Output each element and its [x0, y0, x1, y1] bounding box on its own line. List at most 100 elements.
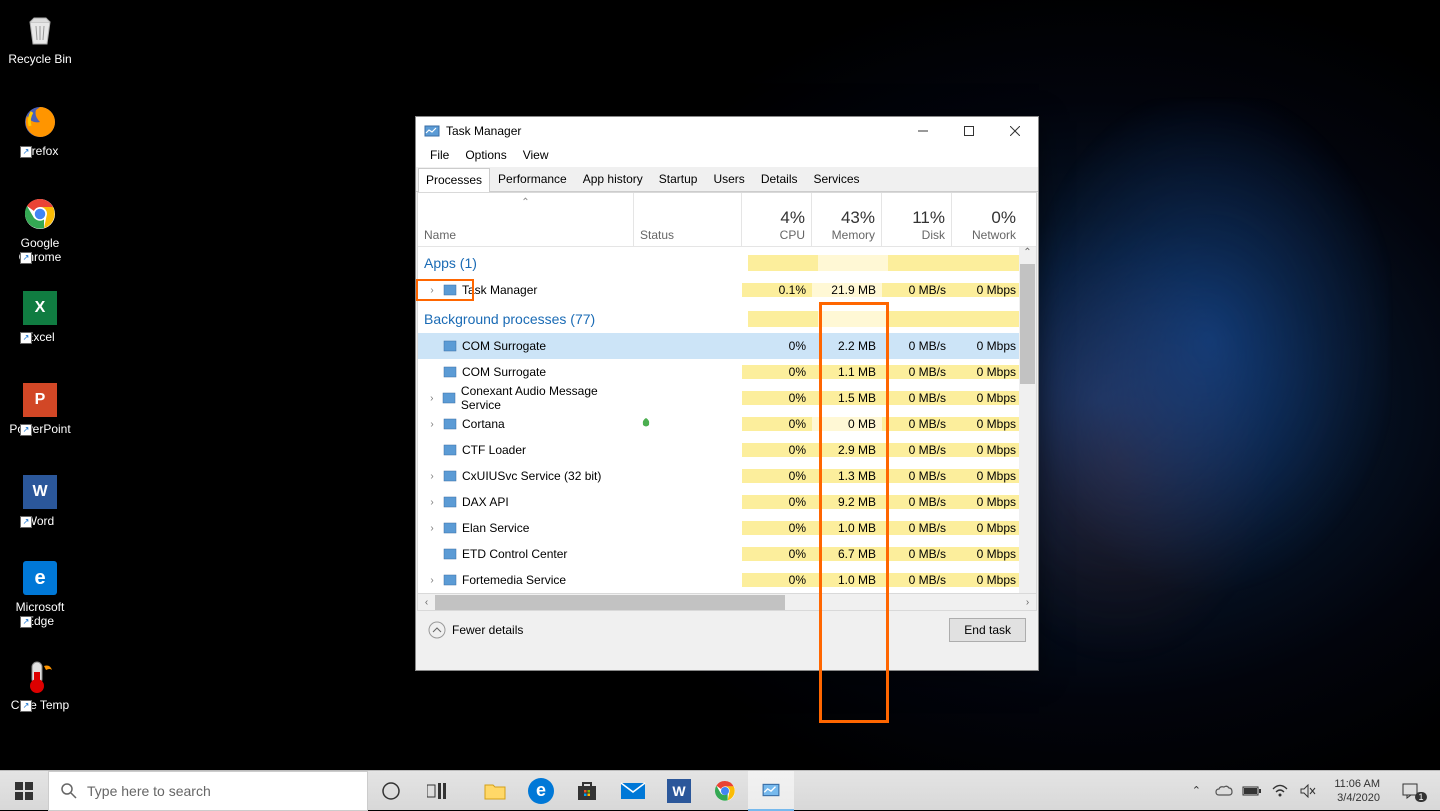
network-value: 0 Mbps: [952, 417, 1022, 431]
column-header-name[interactable]: ⌃ Name: [418, 193, 634, 246]
taskbar-app-file-explorer[interactable]: [472, 771, 518, 811]
process-icon: [442, 442, 458, 458]
column-header-status[interactable]: Status: [634, 193, 742, 246]
scrollbar-thumb[interactable]: [1020, 264, 1035, 384]
close-button[interactable]: [992, 117, 1038, 145]
tab-users[interactable]: Users: [705, 167, 752, 191]
titlebar[interactable]: Task Manager: [416, 117, 1038, 145]
onedrive-icon[interactable]: [1214, 781, 1234, 801]
process-name: CTF Loader: [462, 443, 526, 457]
network-value: 0 Mbps: [952, 573, 1022, 587]
process-row[interactable]: ETD Control Center 0% 6.7 MB 0 MB/s 0 Mb…: [418, 541, 1036, 567]
time: 11:06 AM: [1334, 777, 1380, 791]
taskbar-app-edge[interactable]: e: [518, 771, 564, 811]
process-row[interactable]: ›Task Manager 0.1% 21.9 MB 0 MB/s 0 Mbps: [418, 277, 1036, 303]
process-row[interactable]: ›Conexant Audio Message Service 0% 1.5 M…: [418, 385, 1036, 411]
process-row[interactable]: ›Elan Service 0% 1.0 MB 0 MB/s 0 Mbps: [418, 515, 1036, 541]
desktop-icon-edge[interactable]: e↗ Microsoft Edge: [2, 558, 78, 628]
process-icon: [442, 468, 458, 484]
process-row[interactable]: ›Cortana 0% 0 MB 0 MB/s 0 Mbps: [418, 411, 1036, 437]
battery-icon[interactable]: [1242, 781, 1262, 801]
process-row[interactable]: ›DAX API 0% 9.2 MB 0 MB/s 0 Mbps: [418, 489, 1036, 515]
taskbar-app-chrome[interactable]: [702, 771, 748, 811]
memory-value: 1.1 MB: [812, 365, 882, 379]
expand-icon[interactable]: ›: [426, 497, 438, 508]
process-row[interactable]: COM Surrogate 0% 2.2 MB 0 MB/s 0 Mbps: [418, 333, 1036, 359]
desktop-icon-chrome[interactable]: ↗ Google Chrome: [2, 194, 78, 264]
network-value: 0 Mbps: [952, 283, 1022, 297]
menu-view[interactable]: View: [517, 145, 555, 167]
taskbar-app-store[interactable]: [564, 771, 610, 811]
tab-performance[interactable]: Performance: [490, 167, 575, 191]
column-header-cpu[interactable]: 4%CPU: [742, 193, 812, 246]
memory-value: 2.2 MB: [812, 339, 882, 353]
disk-value: 0 MB/s: [882, 283, 952, 297]
notifications-button[interactable]: 1: [1396, 771, 1436, 811]
shortcut-arrow-icon: ↗: [20, 424, 32, 436]
desktop-icon-label: Recycle Bin: [2, 52, 78, 66]
process-icon: [442, 364, 458, 380]
desktop-icon-label: PowerPoint: [2, 422, 78, 436]
tab-startup[interactable]: Startup: [651, 167, 706, 191]
fewer-details-button[interactable]: Fewer details: [428, 621, 523, 639]
vertical-scrollbar[interactable]: ⌃: [1019, 247, 1036, 595]
horizontal-scrollbar[interactable]: ‹ ›: [418, 593, 1036, 610]
tray-chevron-icon[interactable]: ⌃: [1186, 781, 1206, 801]
desktop-icon-recycle-bin[interactable]: Recycle Bin: [2, 10, 78, 66]
cpu-value: 0%: [742, 391, 812, 405]
process-list[interactable]: Apps (1) ›Task Manager 0.1% 21.9 MB 0 MB…: [418, 247, 1036, 611]
window-title: Task Manager: [446, 124, 900, 138]
taskbar-app-task-manager[interactable]: [748, 771, 794, 811]
cpu-value: 0%: [742, 365, 812, 379]
end-task-button[interactable]: End task: [949, 618, 1026, 642]
desktop-icon-powerpoint[interactable]: P↗ PowerPoint: [2, 380, 78, 436]
clock[interactable]: 11:06 AM 3/4/2020: [1326, 777, 1388, 805]
expand-icon[interactable]: ›: [426, 575, 438, 586]
notification-badge: 1: [1415, 792, 1426, 802]
desktop-icon-excel[interactable]: X↗ Excel: [2, 288, 78, 344]
expand-icon[interactable]: ›: [426, 393, 438, 404]
scrollbar-thumb[interactable]: [435, 595, 785, 610]
scroll-up-icon[interactable]: ⌃: [1019, 247, 1036, 264]
column-header-network[interactable]: 0%Network: [952, 193, 1022, 246]
menu-options[interactable]: Options: [459, 145, 512, 167]
expand-icon[interactable]: ›: [426, 523, 438, 534]
search-box[interactable]: Type here to search: [48, 771, 368, 811]
desktop-icon-label: Firefox: [2, 144, 78, 158]
column-header-disk[interactable]: 11%Disk: [882, 193, 952, 246]
expand-icon[interactable]: ›: [426, 419, 438, 430]
cpu-value: 0%: [742, 547, 812, 561]
process-row[interactable]: CTF Loader 0% 2.9 MB 0 MB/s 0 Mbps: [418, 437, 1036, 463]
tab-details[interactable]: Details: [753, 167, 806, 191]
desktop-icon-word[interactable]: W↗ Word: [2, 472, 78, 528]
tab-app-history[interactable]: App history: [575, 167, 651, 191]
tab-services[interactable]: Services: [806, 167, 868, 191]
desktop-icon-firefox[interactable]: ↗ Firefox: [2, 102, 78, 158]
date: 3/4/2020: [1334, 791, 1380, 805]
memory-value: 1.0 MB: [812, 521, 882, 535]
cortana-button[interactable]: [368, 771, 414, 811]
volume-muted-icon[interactable]: [1298, 781, 1318, 801]
task-view-button[interactable]: [414, 771, 460, 811]
process-row[interactable]: ›CxUIUSvc Service (32 bit) 0% 1.3 MB 0 M…: [418, 463, 1036, 489]
disk-value: 0 MB/s: [882, 365, 952, 379]
expand-icon[interactable]: ›: [426, 471, 438, 482]
shortcut-arrow-icon: ↗: [20, 252, 32, 264]
taskbar-app-word[interactable]: W: [656, 771, 702, 811]
scroll-right-icon[interactable]: ›: [1019, 594, 1036, 611]
wifi-icon[interactable]: [1270, 781, 1290, 801]
desktop-icon-coretemp[interactable]: ↗ Core Temp: [2, 656, 78, 712]
menu-file[interactable]: File: [424, 145, 455, 167]
column-header-memory[interactable]: 43%Memory: [812, 193, 882, 246]
minimize-button[interactable]: [900, 117, 946, 145]
shortcut-arrow-icon: ↗: [20, 700, 32, 712]
leaf-icon: [640, 417, 652, 429]
scroll-left-icon[interactable]: ‹: [418, 594, 435, 611]
process-row[interactable]: COM Surrogate 0% 1.1 MB 0 MB/s 0 Mbps: [418, 359, 1036, 385]
tab-processes[interactable]: Processes: [418, 168, 490, 192]
expand-icon[interactable]: ›: [426, 285, 438, 296]
maximize-button[interactable]: [946, 117, 992, 145]
taskbar-app-mail[interactable]: [610, 771, 656, 811]
process-row[interactable]: ›Fortemedia Service 0% 1.0 MB 0 MB/s 0 M…: [418, 567, 1036, 593]
start-button[interactable]: [0, 771, 48, 811]
